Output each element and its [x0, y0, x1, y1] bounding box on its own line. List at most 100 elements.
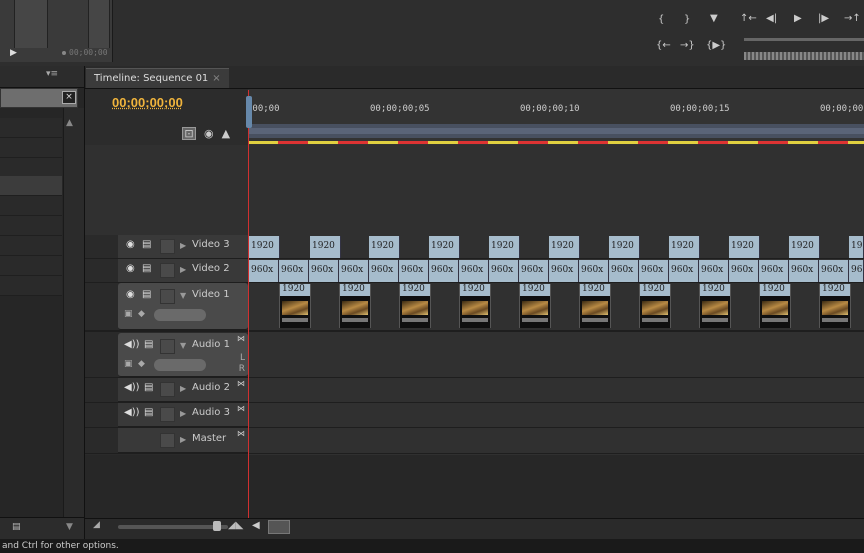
speaker-icon[interactable]: ◀)): [124, 407, 140, 418]
list-view-icon[interactable]: ▤: [12, 522, 21, 532]
jog-wheel[interactable]: [744, 52, 864, 60]
expand-icon[interactable]: ▶: [180, 384, 186, 393]
expand-icon[interactable]: ▶: [180, 241, 186, 250]
clip-video-2[interactable]: 960x: [459, 260, 489, 282]
track-header-video-2[interactable]: ◉ ▤ ▶ Video 2: [118, 259, 248, 283]
clip-video-1[interactable]: 1920: [279, 284, 311, 328]
clip-video-2[interactable]: 960x: [369, 260, 399, 282]
track-header-audio-2[interactable]: ◀)) ▤ ▶ Audio 2 ⋈: [118, 378, 248, 402]
snap-icon[interactable]: ⊡: [182, 127, 196, 140]
film-icon[interactable]: ▤: [144, 382, 153, 393]
expand-icon[interactable]: ▶: [180, 409, 186, 418]
film-icon[interactable]: ▤: [142, 239, 151, 250]
clip-video-3[interactable]: 1920: [489, 236, 520, 258]
track-header-video-1[interactable]: ◉ ▤ ▼ Video 1 ▣ ◆: [118, 283, 248, 330]
keyframe-icon[interactable]: ◆: [138, 309, 145, 319]
go-to-in-icon[interactable]: ↑←: [740, 13, 757, 24]
eye-icon[interactable]: ◉: [126, 263, 135, 274]
panel-menu-icon[interactable]: ▾≡: [46, 69, 58, 79]
clip-video-2[interactable]: 960x: [609, 260, 639, 282]
eye-icon[interactable]: ◉: [126, 289, 135, 300]
clip-video-3[interactable]: 1920: [669, 236, 700, 258]
keyframe-icon[interactable]: ◉: [204, 127, 214, 140]
current-timecode[interactable]: 00;00;00;00: [112, 95, 183, 110]
step-forward-icon[interactable]: |▶: [818, 13, 829, 24]
clip-video-3[interactable]: 1920: [609, 236, 640, 258]
keyframe-navigator[interactable]: [154, 309, 206, 321]
clip-video-3[interactable]: 19: [849, 236, 864, 258]
zoom-slider-knob[interactable]: [213, 521, 221, 531]
lock-toggle[interactable]: [160, 433, 175, 448]
marker-icon[interactable]: ▼: [710, 13, 718, 24]
list-item[interactable]: [0, 236, 62, 256]
film-icon[interactable]: ▤: [144, 407, 153, 418]
list-item[interactable]: [0, 216, 62, 236]
clip-video-3[interactable]: 1920: [789, 236, 820, 258]
playhead-handle[interactable]: [246, 96, 252, 128]
clip-video-1[interactable]: 1920: [339, 284, 371, 328]
clip-video-2[interactable]: 960x: [639, 260, 669, 282]
film-icon[interactable]: ▤: [144, 339, 153, 350]
lock-toggle[interactable]: [160, 239, 175, 254]
clip-video-3[interactable]: 1920: [310, 236, 341, 258]
scroll-down-icon[interactable]: ▼: [66, 522, 73, 532]
clip-video-2[interactable]: 960x: [549, 260, 579, 282]
clip-video-2[interactable]: 960x: [519, 260, 549, 282]
lock-toggle[interactable]: [160, 382, 175, 397]
expand-icon[interactable]: ▶: [180, 435, 186, 444]
step-back-icon[interactable]: ◀|: [766, 13, 777, 24]
clip-video-2[interactable]: 960x: [309, 260, 339, 282]
expand-icon[interactable]: ▶: [180, 265, 186, 274]
clip-video-1[interactable]: 1920: [819, 284, 851, 328]
track-header-video-3[interactable]: ◉ ▤ ▶ Video 3: [118, 235, 248, 259]
lock-toggle[interactable]: [160, 407, 175, 422]
close-icon[interactable]: ×: [212, 73, 220, 84]
zoom-in-icon[interactable]: ◢◣: [228, 520, 243, 531]
keyframe-icon[interactable]: ◆: [138, 359, 145, 369]
collapse-icon[interactable]: ▼: [180, 341, 186, 350]
clip-video-1[interactable]: 1920: [639, 284, 671, 328]
list-item[interactable]: [0, 276, 62, 296]
play-icon[interactable]: ▶: [794, 13, 802, 24]
lock-toggle[interactable]: [160, 339, 175, 354]
film-icon[interactable]: ▤: [142, 289, 151, 300]
lock-toggle[interactable]: [160, 263, 175, 278]
clip-video-2[interactable]: 960x: [429, 260, 459, 282]
scroll-up-icon[interactable]: ▲: [66, 118, 73, 128]
list-item[interactable]: [0, 158, 62, 178]
go-to-out-icon[interactable]: →↑: [844, 13, 861, 24]
list-item[interactable]: [0, 176, 62, 196]
clip-video-2[interactable]: 96: [849, 260, 864, 282]
clip-video-2[interactable]: 960x: [249, 260, 279, 282]
list-item[interactable]: [0, 118, 62, 138]
clip-video-2[interactable]: 960x: [819, 260, 849, 282]
speaker-icon[interactable]: ◀)): [124, 339, 140, 350]
clip-video-2[interactable]: 960x: [399, 260, 429, 282]
clip-video-3[interactable]: 1920: [729, 236, 760, 258]
track-header-audio-1[interactable]: ◀)) ▤ ▼ Audio 1 ⋈ L R ▣ ◆: [118, 333, 248, 377]
clip-video-3[interactable]: 1920: [549, 236, 580, 258]
clip-video-2[interactable]: 960x: [699, 260, 729, 282]
tab-timeline-sequence[interactable]: Timeline: Sequence 01 ×: [86, 68, 229, 88]
scrollbar[interactable]: [63, 108, 84, 518]
list-item[interactable]: [0, 196, 62, 216]
eye-icon[interactable]: ◉: [126, 239, 135, 250]
shuttle-slider[interactable]: [744, 38, 864, 41]
close-icon[interactable]: ×: [62, 91, 76, 104]
clip-video-1[interactable]: 1920: [579, 284, 611, 328]
clip-video-3[interactable]: 1920: [369, 236, 400, 258]
zoom-slider[interactable]: [118, 525, 228, 529]
clip-video-2[interactable]: 960x: [729, 260, 759, 282]
track-header-master[interactable]: ▶ Master ⋈: [118, 428, 248, 453]
clip-video-2[interactable]: 960x: [789, 260, 819, 282]
zoom-out-icon[interactable]: ◢: [93, 520, 100, 530]
work-area-range[interactable]: [248, 128, 864, 134]
clip-video-1[interactable]: 1920: [759, 284, 791, 328]
horizontal-scrollbar[interactable]: [268, 520, 290, 534]
list-item[interactable]: [0, 138, 62, 158]
clip-video-2[interactable]: 960x: [759, 260, 789, 282]
lock-toggle[interactable]: [160, 289, 175, 304]
playhead-line[interactable]: [248, 90, 249, 520]
go-to-previous-edit-icon[interactable]: {←: [656, 40, 671, 51]
clip-video-2[interactable]: 960x: [339, 260, 369, 282]
